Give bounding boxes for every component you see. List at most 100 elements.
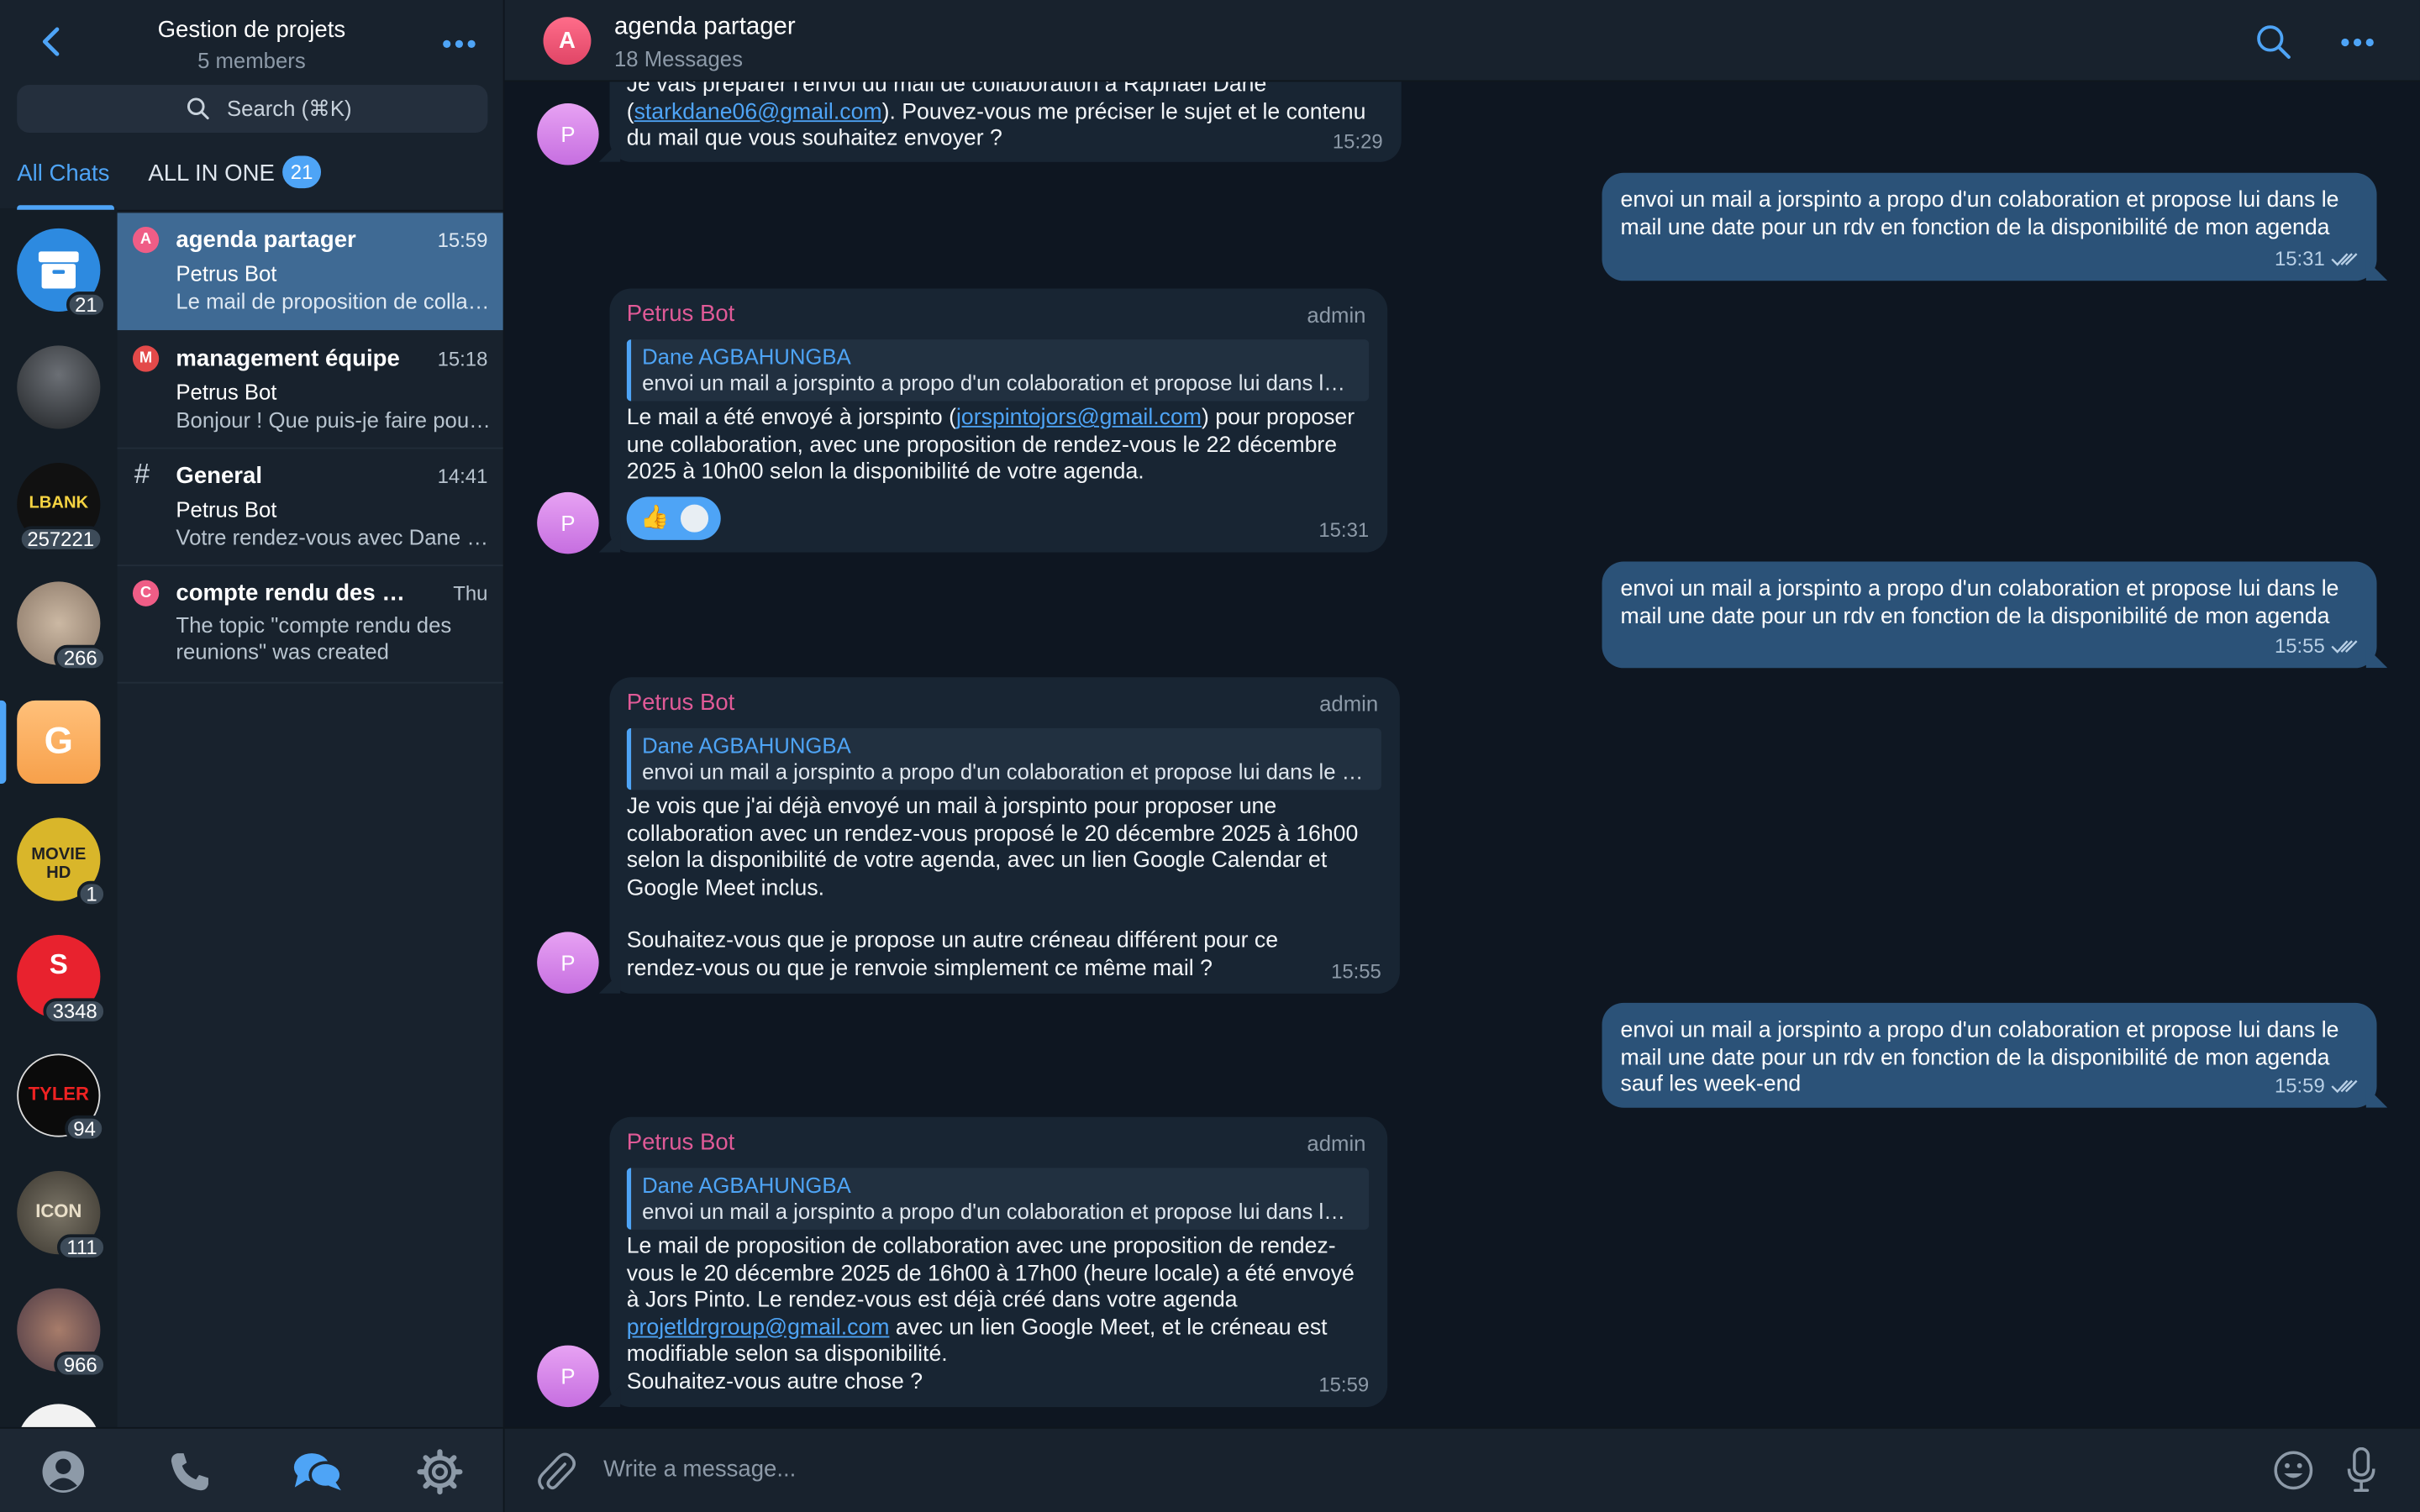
bottom-tab-bar [0, 1426, 503, 1512]
message-text-part: Le mail a été envoyé à jorspinto ( [626, 406, 957, 431]
message-outgoing: envoi un mail a jorspinto a propo d'un c… [1602, 1002, 2388, 1108]
rail-item-tyler[interactable]: TYLER 94 [17, 1053, 105, 1142]
message-paragraph: Souhaitez-vous que je propose un autre c… [626, 928, 1279, 981]
sender-avatar[interactable]: P [537, 491, 599, 554]
sender-name[interactable]: Petrus Bot [627, 1129, 735, 1155]
chat-time: 14:41 [437, 464, 488, 488]
rail-badge: 266 [54, 644, 107, 671]
rail-item-moviehd[interactable]: MOVIE HD 1 [17, 817, 107, 907]
rail-badge: 21 [66, 291, 107, 318]
emoji-icon[interactable] [2273, 1450, 2313, 1490]
more-options-icon[interactable] [2341, 33, 2381, 51]
chat-title[interactable]: agenda partager [614, 14, 796, 42]
chat-time: 15:59 [437, 228, 488, 252]
reply-quote[interactable]: Dane AGBAHUNGBA envoi un mail a jorspint… [626, 339, 1370, 402]
chat-item-general[interactable]: # General 14:41 Petrus Bot Votre rendez-… [117, 449, 503, 567]
message-count: 18 Messages [614, 46, 743, 71]
rail-badge: 94 [64, 1115, 105, 1142]
chats-icon[interactable] [292, 1449, 344, 1495]
email-link[interactable]: jorspintojors@gmail.com [956, 406, 1202, 430]
rail-item-g[interactable]: G [17, 700, 101, 785]
rail-badge: 1 [76, 880, 107, 907]
chat-title: agenda partager [176, 226, 356, 254]
microphone-icon[interactable] [2346, 1446, 2377, 1494]
contacts-icon[interactable] [40, 1449, 87, 1495]
message-paragraph: Souhaitez-vous autre chose ? [626, 1369, 923, 1394]
admin-label: admin [1307, 1131, 1366, 1156]
message-list: Je vais préparer l'envoi du mail de coll… [504, 0, 2420, 1427]
sender-name[interactable]: Petrus Bot [627, 690, 735, 716]
email-link[interactable]: projetldrgroup@gmail.com [627, 1315, 890, 1340]
chat-item-management[interactable]: M management équipe 15:18 Petrus Bot Bon… [117, 332, 503, 449]
chat-title: management équipe [176, 345, 400, 372]
admin-label: admin [1319, 690, 1379, 717]
message-text: envoi un mail a jorspinto a propo d'un c… [1620, 1018, 2339, 1097]
double-check-icon [2331, 253, 2358, 266]
tab-unread-badge: 21 [282, 155, 322, 189]
message-time: 15:31 [1318, 518, 1370, 542]
chat-title: General [176, 463, 263, 490]
icon-logo-text: ICON [35, 1200, 82, 1222]
rail-item-icon[interactable]: ICON 111 [17, 1171, 107, 1261]
time-label: 15:55 [2274, 633, 2325, 658]
admin-label: admin [1307, 302, 1366, 328]
rail-item-partial[interactable] [17, 1404, 101, 1427]
hashtag-icon: # [134, 458, 150, 490]
message-input[interactable]: Write a message... [603, 1457, 796, 1483]
message-time: 15:59 [2275, 1074, 2358, 1097]
chat-sender: Petrus Bot [176, 379, 277, 405]
rail-item-sportsbot[interactable]: S 3348 [17, 935, 107, 1025]
sender-avatar[interactable]: P [537, 932, 599, 994]
reply-quote[interactable]: Dane AGBAHUNGBA envoi un mail a jorspint… [626, 727, 1381, 790]
rail-letter: G [44, 720, 73, 763]
message-text: envoi un mail a jorspinto a propo d'un c… [1620, 188, 2339, 240]
reaction-pill[interactable]: 👍 [626, 496, 721, 540]
chat-sender: Petrus Bot [176, 496, 277, 522]
chat-item-agenda-partager[interactable]: A agenda partager 15:59 Petrus Bot Le ma… [117, 213, 503, 331]
chat-avatar[interactable]: A [543, 17, 592, 66]
reply-text: envoi un mail a jorspinto a propo d'un c… [642, 370, 1356, 396]
tab-all-in-one[interactable]: ALL IN ONE [148, 160, 275, 186]
chat-time: Thu [453, 581, 488, 605]
calls-icon[interactable] [166, 1449, 213, 1495]
reply-text: envoi un mail a jorspinto a propo d'un c… [642, 759, 1370, 785]
message-time: 15:55 [2274, 633, 2358, 658]
rail-item-lbank[interactable]: LBANK 257221 [17, 463, 104, 553]
rail-item-seal[interactable]: 266 [17, 581, 107, 671]
message-incoming: Petrus Bot admin Dane AGBAHUNGBA envoi u… [598, 288, 1388, 553]
chat-preview: Le mail de proposition de collaboration … [176, 288, 492, 313]
sender-name[interactable]: Petrus Bot [627, 301, 735, 327]
folder-rail: 21 LBANK 257221 266 G MOVIE HD 1 S 3348 … [0, 0, 118, 1427]
rail-active-indicator [0, 700, 7, 785]
chat-avatar: C [132, 580, 160, 606]
thumbs-up-reaction: 👍 [640, 504, 670, 531]
reactor-avatar [677, 501, 712, 536]
chat-preview: Bonjour ! Que puis-je faire pour vous ? [176, 407, 492, 433]
reply-quote[interactable]: Dane AGBAHUNGBA envoi un mail a jorspint… [626, 1168, 1370, 1230]
chat-header: A agenda partager 18 Messages [504, 0, 2420, 82]
group-member-count: 5 members [197, 47, 306, 73]
chat-item-compte-rendu[interactable]: C compte rendu des reunions Thu The topi… [117, 566, 503, 684]
sender-avatar[interactable]: P [537, 1345, 599, 1408]
attach-icon[interactable] [535, 1450, 576, 1493]
message-composer: Write a message... [504, 1426, 2420, 1512]
sender-avatar[interactable]: P [537, 103, 599, 165]
message-time: 15:29 [1332, 129, 1383, 153]
settings-icon[interactable] [417, 1449, 463, 1495]
sidebar-header: Gestion de projets 5 members Search (⌘K)… [0, 0, 503, 210]
rail-item-channel-photo[interactable] [17, 345, 101, 429]
search-input[interactable]: Search (⌘K) [17, 85, 488, 133]
rail-item-archive[interactable]: 21 [17, 228, 107, 318]
message-line: du mail que vous souhaitez envoyer ? [626, 126, 1002, 151]
rail-item-group-photo[interactable]: 966 [17, 1288, 107, 1378]
more-options-icon[interactable] [443, 34, 483, 52]
message-incoming: Petrus Bot admin Dane AGBAHUNGBA envoi u… [598, 677, 1400, 994]
email-link[interactable]: starkdane06@gmail.com [634, 99, 882, 123]
chat-avatar: A [132, 226, 160, 254]
search-icon[interactable] [2254, 24, 2291, 60]
tab-all-chats[interactable]: All Chats [17, 160, 109, 186]
message-outgoing: envoi un mail a jorspinto a propo d'un c… [1602, 172, 2388, 281]
message-text: Je vois que j'ai déjà envoyé un mail à j… [627, 795, 1385, 983]
search-icon [187, 97, 209, 120]
double-check-icon [2331, 640, 2358, 654]
